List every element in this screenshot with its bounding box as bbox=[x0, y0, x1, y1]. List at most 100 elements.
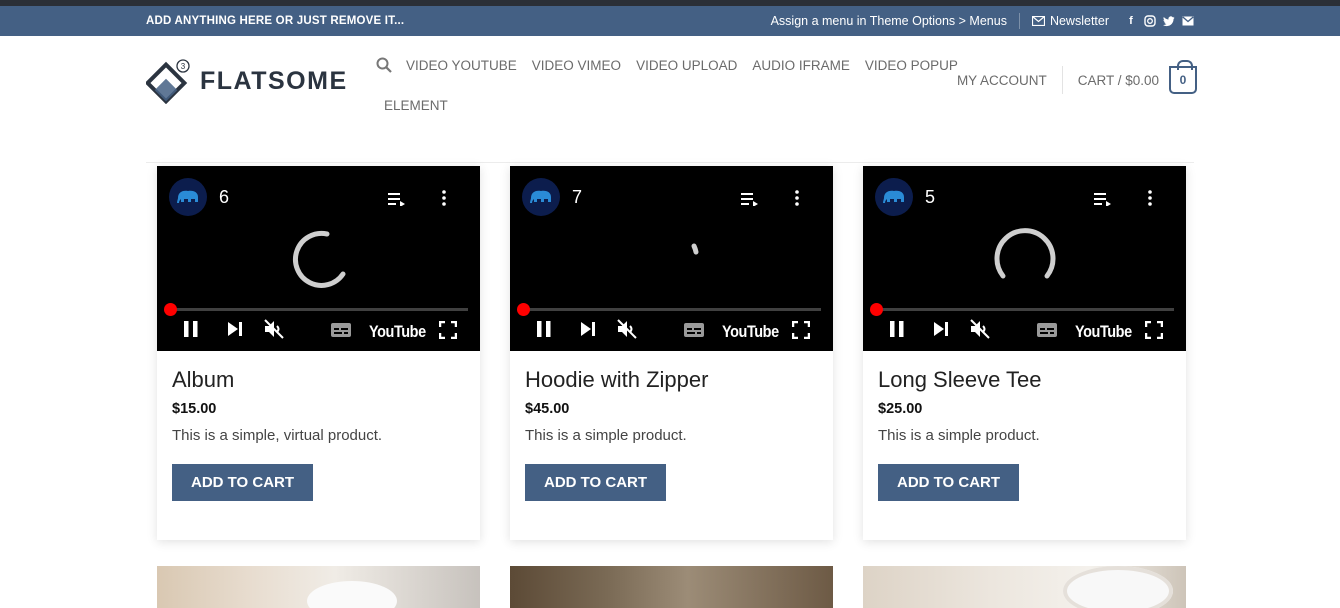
muted-icon[interactable] bbox=[969, 319, 991, 339]
nav-item-video-vimeo[interactable]: VIDEO VIMEO bbox=[532, 58, 621, 73]
playlist-icon[interactable] bbox=[1094, 192, 1112, 206]
video-number: 6 bbox=[219, 187, 230, 207]
product-card: 6 YouTube Album $15.00 This is a simple,… bbox=[157, 166, 480, 540]
more-options-icon[interactable] bbox=[442, 190, 446, 206]
product-description: This is a simple product. bbox=[525, 427, 687, 444]
product-description: This is a simple, virtual product. bbox=[172, 427, 383, 444]
envelope-icon bbox=[1031, 16, 1045, 26]
newsletter-link[interactable]: Newsletter bbox=[1031, 14, 1109, 28]
product-card: 5 YouTube Long Sleeve Tee $25.00 This is… bbox=[863, 166, 1186, 540]
topbar-right: Assign a menu in Theme Options > Menus N… bbox=[771, 6, 1194, 36]
playlist-icon[interactable] bbox=[741, 192, 759, 206]
topbar-separator bbox=[1018, 13, 1020, 29]
newsletter-label: Newsletter bbox=[1049, 14, 1109, 28]
search-icon[interactable] bbox=[376, 57, 392, 73]
muted-icon[interactable] bbox=[616, 319, 638, 339]
elephant-logo-icon bbox=[177, 190, 198, 203]
elephant-logo-icon bbox=[883, 190, 904, 203]
product-title[interactable]: Album bbox=[172, 367, 465, 393]
player-controls: YouTube bbox=[157, 316, 480, 346]
product-info: Hoodie with Zipper $45.00 This is a simp… bbox=[510, 351, 833, 501]
progress-handle[interactable] bbox=[517, 303, 530, 316]
instagram-icon[interactable] bbox=[1144, 15, 1156, 27]
product-image[interactable] bbox=[510, 566, 833, 608]
twitter-icon[interactable] bbox=[1163, 15, 1175, 27]
player-controls: YouTube bbox=[863, 316, 1186, 346]
fullscreen-icon[interactable] bbox=[792, 321, 810, 339]
muted-icon[interactable] bbox=[263, 319, 285, 339]
channel-avatar[interactable] bbox=[875, 178, 913, 216]
video-number: 7 bbox=[572, 187, 583, 207]
player-controls: YouTube bbox=[510, 316, 833, 346]
captions-icon[interactable] bbox=[331, 323, 351, 337]
nav-row-1: VIDEO YOUTUBE VIDEO VIMEO VIDEO UPLOAD A… bbox=[376, 54, 973, 76]
facebook-icon[interactable]: f bbox=[1125, 15, 1137, 27]
video-player[interactable]: 7 YouTube bbox=[510, 166, 833, 351]
progress-handle[interactable] bbox=[870, 303, 883, 316]
add-to-cart-button[interactable]: ADD TO CART bbox=[878, 464, 1020, 501]
nav-item-video-youtube[interactable]: VIDEO YOUTUBE bbox=[406, 58, 517, 73]
product-image[interactable] bbox=[863, 566, 1186, 608]
menu-hint-link[interactable]: Assign a menu in Theme Options > Menus bbox=[771, 14, 1007, 28]
topbar-message: ADD ANYTHING HERE OR JUST REMOVE IT... bbox=[146, 15, 405, 27]
nav-item-video-popup[interactable]: VIDEO POPUP bbox=[865, 58, 958, 73]
captions-icon[interactable] bbox=[684, 323, 704, 337]
product-card: 7 YouTube Hoodie with Zipper $45.00 This… bbox=[510, 166, 833, 540]
fullscreen-icon[interactable] bbox=[1145, 321, 1163, 339]
pause-icon[interactable] bbox=[889, 320, 905, 338]
nav-item-element[interactable]: ELEMENT bbox=[384, 98, 448, 113]
product-info: Long Sleeve Tee $25.00 This is a simple … bbox=[863, 351, 1186, 501]
elephant-logo-icon bbox=[530, 190, 551, 203]
progress-track[interactable] bbox=[169, 308, 468, 311]
pause-icon[interactable] bbox=[536, 320, 552, 338]
youtube-logo[interactable]: YouTube bbox=[722, 322, 779, 342]
progress-handle[interactable] bbox=[164, 303, 177, 316]
svg-text:3: 3 bbox=[181, 62, 186, 71]
youtube-logo[interactable]: YouTube bbox=[369, 322, 426, 342]
loading-spinner-icon bbox=[292, 230, 346, 288]
product-price: $45.00 bbox=[525, 401, 570, 417]
email-icon[interactable] bbox=[1182, 15, 1194, 27]
product-description: This is a simple product. bbox=[878, 427, 1040, 444]
nav-row-2: ELEMENT bbox=[384, 94, 463, 116]
product-grid: 6 YouTube Album $15.00 This is a simple,… bbox=[157, 166, 1186, 540]
product-title[interactable]: Long Sleeve Tee bbox=[878, 367, 1171, 393]
my-account-link[interactable]: MY ACCOUNT bbox=[957, 73, 1047, 88]
video-player[interactable]: 5 YouTube bbox=[863, 166, 1186, 351]
fullscreen-icon[interactable] bbox=[439, 321, 457, 339]
product-price: $15.00 bbox=[172, 401, 217, 417]
next-icon[interactable] bbox=[933, 322, 949, 336]
progress-track[interactable] bbox=[522, 308, 821, 311]
nav-item-audio-iframe[interactable]: AUDIO IFRAME bbox=[752, 58, 850, 73]
more-options-icon[interactable] bbox=[1148, 190, 1152, 206]
add-to-cart-button[interactable]: ADD TO CART bbox=[172, 464, 314, 501]
site-logo[interactable]: 3 FLATSOME bbox=[146, 58, 348, 104]
playlist-icon[interactable] bbox=[388, 192, 406, 206]
header-divider bbox=[146, 162, 1194, 163]
loading-spinner-icon bbox=[994, 228, 1056, 279]
next-icon[interactable] bbox=[580, 322, 596, 336]
top-bar: ADD ANYTHING HERE OR JUST REMOVE IT... A… bbox=[0, 6, 1340, 36]
loading-spinner-icon bbox=[691, 243, 699, 255]
video-player[interactable]: 6 YouTube bbox=[157, 166, 480, 351]
cart-link[interactable]: CART / $0.00 bbox=[1078, 73, 1159, 88]
captions-icon[interactable] bbox=[1037, 323, 1057, 337]
progress-track[interactable] bbox=[875, 308, 1174, 311]
pause-icon[interactable] bbox=[183, 320, 199, 338]
header-separator bbox=[1061, 66, 1063, 94]
youtube-logo[interactable]: YouTube bbox=[1075, 322, 1132, 342]
next-icon[interactable] bbox=[227, 322, 243, 336]
next-product-row bbox=[157, 566, 1186, 608]
product-title[interactable]: Hoodie with Zipper bbox=[525, 367, 818, 393]
more-options-icon[interactable] bbox=[795, 190, 799, 206]
channel-avatar[interactable] bbox=[522, 178, 560, 216]
product-price: $25.00 bbox=[878, 401, 923, 417]
channel-avatar[interactable] bbox=[169, 178, 207, 216]
cart-count-badge[interactable]: 0 bbox=[1169, 60, 1197, 94]
site-header: 3 FLATSOME VIDEO YOUTUBE VIDEO VIMEO VID… bbox=[0, 36, 1340, 163]
product-image[interactable] bbox=[157, 566, 480, 608]
logo-text: FLATSOME bbox=[200, 66, 348, 95]
video-number: 5 bbox=[925, 187, 936, 207]
add-to-cart-button[interactable]: ADD TO CART bbox=[525, 464, 667, 501]
nav-item-video-upload[interactable]: VIDEO UPLOAD bbox=[636, 58, 737, 73]
